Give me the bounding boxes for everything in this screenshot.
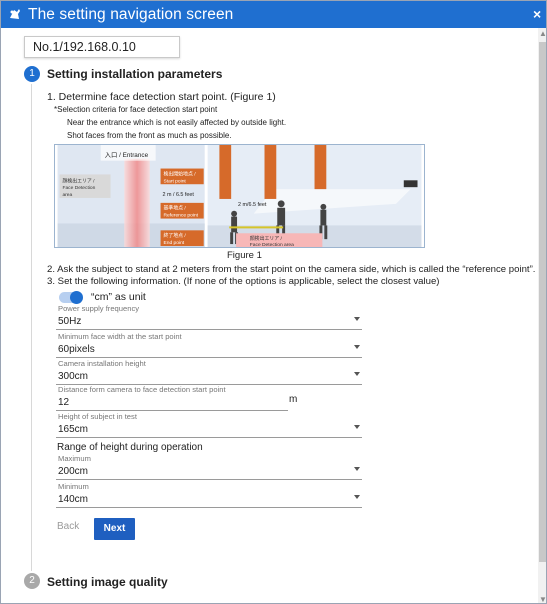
- figure-1-illustration: 入口 / Entrance 顔検出エリア / Face Detection ar…: [54, 144, 425, 248]
- instruction-2: 2. Ask the subject to stand at 2 meters …: [47, 264, 536, 275]
- field-value: 200cm: [58, 466, 89, 477]
- svg-text:顔検出エリア /: 顔検出エリア /: [62, 177, 95, 184]
- step-connector-line: [31, 84, 32, 571]
- criteria-item: Shot faces from the front as much as pos…: [67, 131, 232, 140]
- svg-text:検出開始地点 /: 検出開始地点 /: [163, 170, 196, 177]
- step1-title: Setting installation parameters: [47, 67, 223, 81]
- title-bar: The setting navigation screen ×: [1, 1, 546, 28]
- scroll-down-arrow-icon[interactable]: ▼: [538, 594, 546, 603]
- subject-height-select[interactable]: Height of subject in test 165cm: [56, 412, 362, 438]
- chevron-down-icon: [354, 317, 360, 321]
- content-area: No.1/192.168.0.10 1 Setting installation…: [1, 28, 538, 603]
- min-height-select[interactable]: Minimum 140cm: [56, 482, 362, 508]
- app-icon: [6, 6, 23, 23]
- step2-number-badge: 2: [24, 573, 40, 589]
- toggle-knob: [70, 291, 83, 304]
- vertical-scrollbar[interactable]: ▲ ▼: [538, 28, 546, 603]
- field-label: Minimum face width at the start point: [58, 332, 182, 341]
- field-value: 50Hz: [58, 316, 82, 327]
- field-value: 300cm: [58, 371, 89, 382]
- max-height-select[interactable]: Maximum 200cm: [56, 454, 362, 480]
- scroll-up-arrow-icon[interactable]: ▲: [538, 28, 546, 39]
- svg-text:Face Detection: Face Detection: [62, 185, 95, 191]
- svg-text:終了地点 /: 終了地点 /: [163, 232, 186, 239]
- svg-text:Face Detection area: Face Detection area: [250, 242, 294, 248]
- figure-label-entrance: 入口 / Entrance: [105, 151, 149, 159]
- svg-text:基準地点 /: 基準地点 /: [163, 205, 186, 212]
- cm-unit-toggle[interactable]: [59, 291, 83, 304]
- field-value: 12: [58, 397, 70, 408]
- min-face-width-select[interactable]: Minimum face width at the start point 60…: [56, 332, 362, 358]
- figure-label-distance-right: 2 m/6.5 feet: [238, 202, 267, 208]
- svg-text:Reference point: Reference point: [163, 213, 198, 219]
- svg-text:顔検出エリア /: 顔検出エリア /: [250, 235, 283, 242]
- field-label: Distance form camera to face detection s…: [58, 385, 226, 394]
- chevron-down-icon: [354, 345, 360, 349]
- distance-input[interactable]: Distance form camera to face detection s…: [56, 385, 288, 411]
- height-range-title: Range of height during operation: [57, 442, 203, 453]
- chevron-down-icon: [354, 425, 360, 429]
- figure-label-distance-left: 2 m / 6.5 feet: [163, 192, 195, 198]
- navigation-window: The setting navigation screen × No.1/192…: [0, 0, 547, 604]
- window-title: The setting navigation screen: [28, 6, 234, 23]
- field-label: Minimum: [58, 482, 89, 491]
- camera-address: No.1/192.168.0.10: [24, 36, 180, 58]
- chevron-down-icon: [354, 495, 360, 499]
- field-value: 165cm: [58, 424, 89, 435]
- power-frequency-select[interactable]: Power supply frequency 50Hz: [56, 304, 362, 330]
- instruction-3: 3. Set the following information. (If no…: [47, 276, 440, 287]
- field-label: Power supply frequency: [58, 304, 140, 313]
- instruction-1: 1. Determine face detection start point.…: [47, 91, 276, 103]
- scrollbar-thumb[interactable]: [539, 42, 546, 562]
- camera-height-select[interactable]: Camera installation height 300cm: [56, 359, 362, 385]
- step1-number-badge: 1: [24, 66, 40, 82]
- field-value: 140cm: [58, 494, 89, 505]
- chevron-down-icon: [354, 372, 360, 376]
- chevron-down-icon: [354, 467, 360, 471]
- selection-criteria-title: *Selection criteria for face detection s…: [54, 105, 218, 114]
- step2-title: Setting image quality: [47, 575, 168, 589]
- svg-text:Start point: Start point: [163, 178, 186, 184]
- distance-unit: m: [289, 394, 298, 405]
- next-button[interactable]: Next: [94, 518, 135, 540]
- cm-unit-label: “cm” as unit: [91, 291, 146, 303]
- figure-caption: Figure 1: [227, 250, 262, 261]
- svg-text:End point: End point: [163, 240, 184, 246]
- close-icon[interactable]: ×: [533, 6, 541, 22]
- field-label: Maximum: [58, 454, 91, 463]
- criteria-item: Near the entrance which is not easily af…: [67, 118, 287, 127]
- svg-text:area: area: [62, 192, 72, 198]
- field-label: Camera installation height: [58, 359, 146, 368]
- field-label: Height of subject in test: [58, 412, 137, 421]
- back-button[interactable]: Back: [57, 521, 79, 532]
- field-value: 60pixels: [58, 344, 95, 355]
